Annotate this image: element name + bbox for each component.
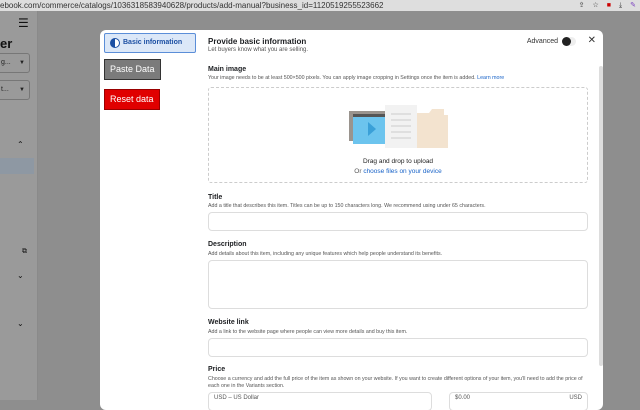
account-dropdown[interactable]: t... ▼ [0,80,30,100]
sidebar: ☰ er g... ▼ t... ▼ ⌃ ⧉ ⌄ ⌄ [0,11,38,400]
modal-scrollbar[interactable] [599,66,603,366]
reset-data-button[interactable]: Reset data [104,89,160,110]
caret-down-icon: ▼ [19,87,25,93]
modal-subtitle: Let buyers know what you are selling. [208,47,309,53]
title-input[interactable] [208,212,588,231]
dropdown-value: g... [1,59,11,66]
external-link-icon[interactable]: ⧉ [22,248,27,256]
price-unit: USD [569,395,582,401]
caret-down-icon: ▼ [19,60,25,66]
website-link-input[interactable] [208,338,588,357]
chevron-down-icon[interactable]: ⌄ [17,271,24,280]
choose-files-link[interactable]: choose files on your device [363,168,441,175]
catalog-dropdown[interactable]: g... ▼ [0,53,30,73]
image-dropzone[interactable]: Drag and drop to upload Or choose files … [208,87,588,183]
tab-basic-information[interactable]: Basic information [104,33,196,53]
advanced-toggle-row[interactable]: Advanced [527,37,576,46]
upload-illustration-icon [349,105,448,148]
paste-data-button[interactable]: Paste Data [104,59,161,80]
dropdown-value: t... [1,86,9,93]
website-link-hint: Add a link to the website page where peo… [208,329,408,335]
learn-more-link[interactable]: Learn more [477,75,504,81]
description-hint: Add details about this item, including a… [208,251,443,257]
website-link-label: Website link [208,319,249,326]
url-text[interactable]: ebook.com/commerce/catalogs/103631858394… [0,0,383,11]
bookmark-star-icon[interactable]: ☆ [593,0,599,11]
menu-icon[interactable]: ☰ [18,16,29,30]
half-circle-icon [110,38,120,48]
add-item-modal: Basic information Paste Data Reset data … [100,30,603,410]
pen-icon[interactable]: ✎ [630,0,636,11]
advanced-label: Advanced [526,38,558,45]
currency-select[interactable]: USD – US Dollar [208,392,432,410]
main-image-hint: Your image needs to be at least 500×500 … [208,75,588,82]
extension-icon[interactable]: ■ [607,0,611,11]
choose-files-row: Or choose files on your device [209,168,587,175]
modal-title: Provide basic information [208,37,307,46]
currency-value: USD – US Dollar [214,395,260,401]
hint-text: Your image needs to be at least 500×500 … [208,75,476,81]
modal-nav: Basic information Paste Data Reset data [100,30,200,410]
or-text: Or [354,168,362,175]
tab-label: Basic information [123,39,183,46]
advanced-toggle[interactable] [562,37,576,46]
price-label: Price [208,366,226,373]
chevron-up-icon[interactable]: ⌃ [17,140,24,149]
drag-drop-text: Drag and drop to upload [362,158,434,165]
title-hint: Add a title that describes this item. Ti… [208,203,486,209]
main-image-label: Main image [208,66,247,73]
title-label: Title [208,194,223,201]
download-icon[interactable]: ⤓ [619,0,622,11]
selected-nav-item[interactable] [0,158,34,174]
chevron-down-icon[interactable]: ⌄ [17,319,24,328]
modal-content: Provide basic information Let buyers kno… [208,30,596,410]
close-icon[interactable]: ✕ [588,35,596,46]
share-icon[interactable]: ⇪ [579,0,585,11]
price-value: $0.00 [455,395,471,401]
price-hint: Choose a currency and add the full price… [208,376,583,389]
description-textarea[interactable] [208,260,588,309]
address-bar[interactable]: ebook.com/commerce/catalogs/103631858394… [0,0,640,11]
description-label: Description [208,241,247,248]
sidebar-title: er [0,36,13,51]
price-input[interactable]: $0.00 USD [449,392,588,410]
